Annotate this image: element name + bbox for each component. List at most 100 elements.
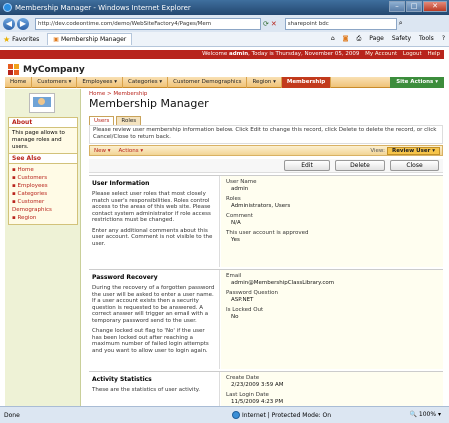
- page-icon: ▣: [53, 36, 59, 43]
- see-also-title: See Also: [9, 154, 77, 164]
- delete-button[interactable]: Delete: [335, 160, 385, 171]
- url-input[interactable]: http://dev.codeontime.com/demo/WebSiteFa…: [35, 17, 261, 30]
- close-button[interactable]: Close: [390, 160, 439, 171]
- my-account-link[interactable]: My Account: [365, 51, 397, 57]
- menu-region[interactable]: Region ▾: [247, 76, 282, 88]
- refresh-icon[interactable]: ⟳: [263, 20, 269, 28]
- search-icon[interactable]: ⌕: [399, 19, 403, 28]
- password-recovery-text-1: During the recovery of a forgotten passw…: [92, 285, 215, 324]
- menu-employees[interactable]: Employees ▾: [77, 76, 123, 88]
- site-actions-button[interactable]: Site Actions ▾: [390, 76, 444, 88]
- tab-roles[interactable]: Roles: [116, 116, 142, 125]
- close-window-button[interactable]: ✕: [423, 1, 447, 12]
- locked-out-value: No: [231, 313, 239, 320]
- see-also-link-employees[interactable]: Employees: [12, 182, 74, 190]
- form-button-row: Edit Delete Close: [89, 159, 443, 173]
- password-recovery-title: Password Recovery: [92, 274, 158, 281]
- new-menu[interactable]: New ▾: [90, 148, 115, 154]
- email-value: admin@MembershipClassLibrary.com: [231, 279, 335, 286]
- see-also-link-home[interactable]: Home: [12, 166, 74, 174]
- logout-link[interactable]: Logout: [403, 51, 422, 57]
- company-logo[interactable]: MyCompany: [8, 64, 85, 76]
- menu-membership[interactable]: Membership: [281, 76, 332, 88]
- description-text: Please review user membership informatio…: [89, 125, 443, 144]
- action-bar: New ▾ Actions ▾ View: Review User ▾: [89, 145, 443, 156]
- stop-icon[interactable]: ✕: [271, 20, 277, 28]
- window-titlebar: Membership Manager - Windows Internet Ex…: [0, 0, 449, 15]
- feeds-icon[interactable]: ◙: [343, 35, 349, 43]
- password-question-value: ASP.NET: [231, 296, 254, 303]
- roles-value: Administrators, Users: [231, 202, 291, 209]
- see-also-link-customer-demographics[interactable]: Customer Demographics: [12, 198, 74, 214]
- activity-title: Activity Statistics: [92, 376, 152, 383]
- globe-icon: [232, 411, 240, 419]
- menu-customer-demographics[interactable]: Customer Demographics: [168, 76, 248, 88]
- about-text: This page allows to manage roles and use…: [12, 130, 65, 150]
- favorites-star-icon[interactable]: ★: [3, 35, 10, 44]
- comment-value: N/A: [231, 219, 241, 226]
- security-zone[interactable]: Internet | Protected Mode: On: [232, 411, 331, 419]
- user-info-text-1: Please select user roles that most close…: [92, 191, 211, 223]
- address-bar: ◀ ▶ http://dev.codeontime.com/demo/WebSi…: [0, 15, 449, 32]
- maximize-button[interactable]: □: [406, 1, 422, 12]
- logo-icon: [8, 64, 20, 76]
- menu-home[interactable]: Home: [5, 76, 33, 88]
- activity-text: These are the statistics of user activit…: [92, 387, 200, 393]
- tools-menu[interactable]: Tools: [419, 35, 434, 43]
- see-also-link-region[interactable]: Region: [12, 214, 74, 222]
- sidebar: About This page allows to manage roles a…: [5, 89, 81, 406]
- password-recovery-text-2: Change locked out flag to 'No' if the us…: [92, 328, 209, 354]
- welcome-bar: Welcome admin, Today is Thursday, Novemb…: [0, 50, 444, 59]
- menu-customers[interactable]: Customers ▾: [32, 76, 78, 88]
- favorites-bar: ★ Favorites ▣ Membership Manager ⌂ ◙ ⎙ P…: [0, 32, 449, 47]
- brand-name: MyCompany: [23, 65, 85, 75]
- password-recovery-section: Password Recovery During the recovery of…: [89, 269, 443, 369]
- view-label: View:: [370, 147, 385, 154]
- user-info-title: User Information: [92, 180, 150, 187]
- tab-users[interactable]: Users: [89, 116, 115, 125]
- favorites-button[interactable]: Favorites: [12, 36, 39, 43]
- search-input[interactable]: sharepoint bdc: [284, 17, 397, 30]
- about-title: About: [9, 118, 77, 128]
- help-icon[interactable]: ?: [442, 35, 445, 43]
- tab-strip: Users Roles: [89, 116, 142, 125]
- help-link[interactable]: Help: [427, 51, 440, 57]
- activity-statistics-section: Activity Statistics These are the statis…: [89, 371, 443, 406]
- user-information-section: User Information Please select user role…: [89, 175, 443, 267]
- user-name-value: admin: [231, 185, 249, 192]
- ie-logo-icon: [3, 3, 12, 12]
- forward-button[interactable]: ▶: [17, 17, 29, 30]
- status-bar: Done Internet | Protected Mode: On 🔍 100…: [0, 406, 449, 423]
- print-icon[interactable]: ⎙: [356, 35, 361, 43]
- minimize-button[interactable]: –: [389, 1, 405, 12]
- browser-tab-label: Membership Manager: [60, 36, 127, 43]
- actions-menu[interactable]: Actions ▾: [115, 148, 148, 154]
- window-title: Membership Manager - Windows Internet Ex…: [15, 3, 191, 12]
- page-title: Membership Manager: [89, 97, 209, 110]
- page-content: Welcome admin, Today is Thursday, Novemb…: [0, 47, 449, 406]
- menu-categories[interactable]: Categories ▾: [123, 76, 169, 88]
- see-also-link-categories[interactable]: Categories: [12, 190, 74, 198]
- browser-tab[interactable]: ▣ Membership Manager: [47, 33, 133, 45]
- zone-text: Internet | Protected Mode: On: [242, 411, 332, 419]
- back-button[interactable]: ◀: [3, 17, 15, 30]
- create-date-value: 2/23/2009 3:59 AM: [231, 381, 284, 388]
- user-computer-icon: [29, 93, 55, 113]
- view-selector[interactable]: Review User ▾: [386, 146, 440, 155]
- see-also-link-customers[interactable]: Customers: [12, 174, 74, 182]
- about-box: About This page allows to manage roles a…: [8, 117, 78, 154]
- home-icon[interactable]: ⌂: [331, 35, 335, 43]
- status-text: Done: [4, 411, 20, 419]
- main-area: Home > Membership Membership Manager Use…: [84, 89, 444, 406]
- welcome-prefix: Welcome: [202, 51, 228, 57]
- welcome-user: admin: [228, 51, 249, 57]
- user-info-text-2: Enter any additional comments about this…: [92, 227, 213, 247]
- zoom-control[interactable]: 🔍 100% ▾: [410, 411, 441, 418]
- see-also-box: See Also Home Customers Employees Catego…: [8, 153, 78, 225]
- edit-button[interactable]: Edit: [284, 160, 330, 171]
- safety-menu[interactable]: Safety: [392, 35, 411, 43]
- welcome-date: , Today is Thursday, November 05, 2009: [248, 51, 360, 57]
- main-menu: Home Customers ▾ Employees ▾ Categories …: [5, 76, 444, 88]
- approved-value: Yes: [231, 236, 240, 243]
- page-menu[interactable]: Page: [369, 35, 384, 43]
